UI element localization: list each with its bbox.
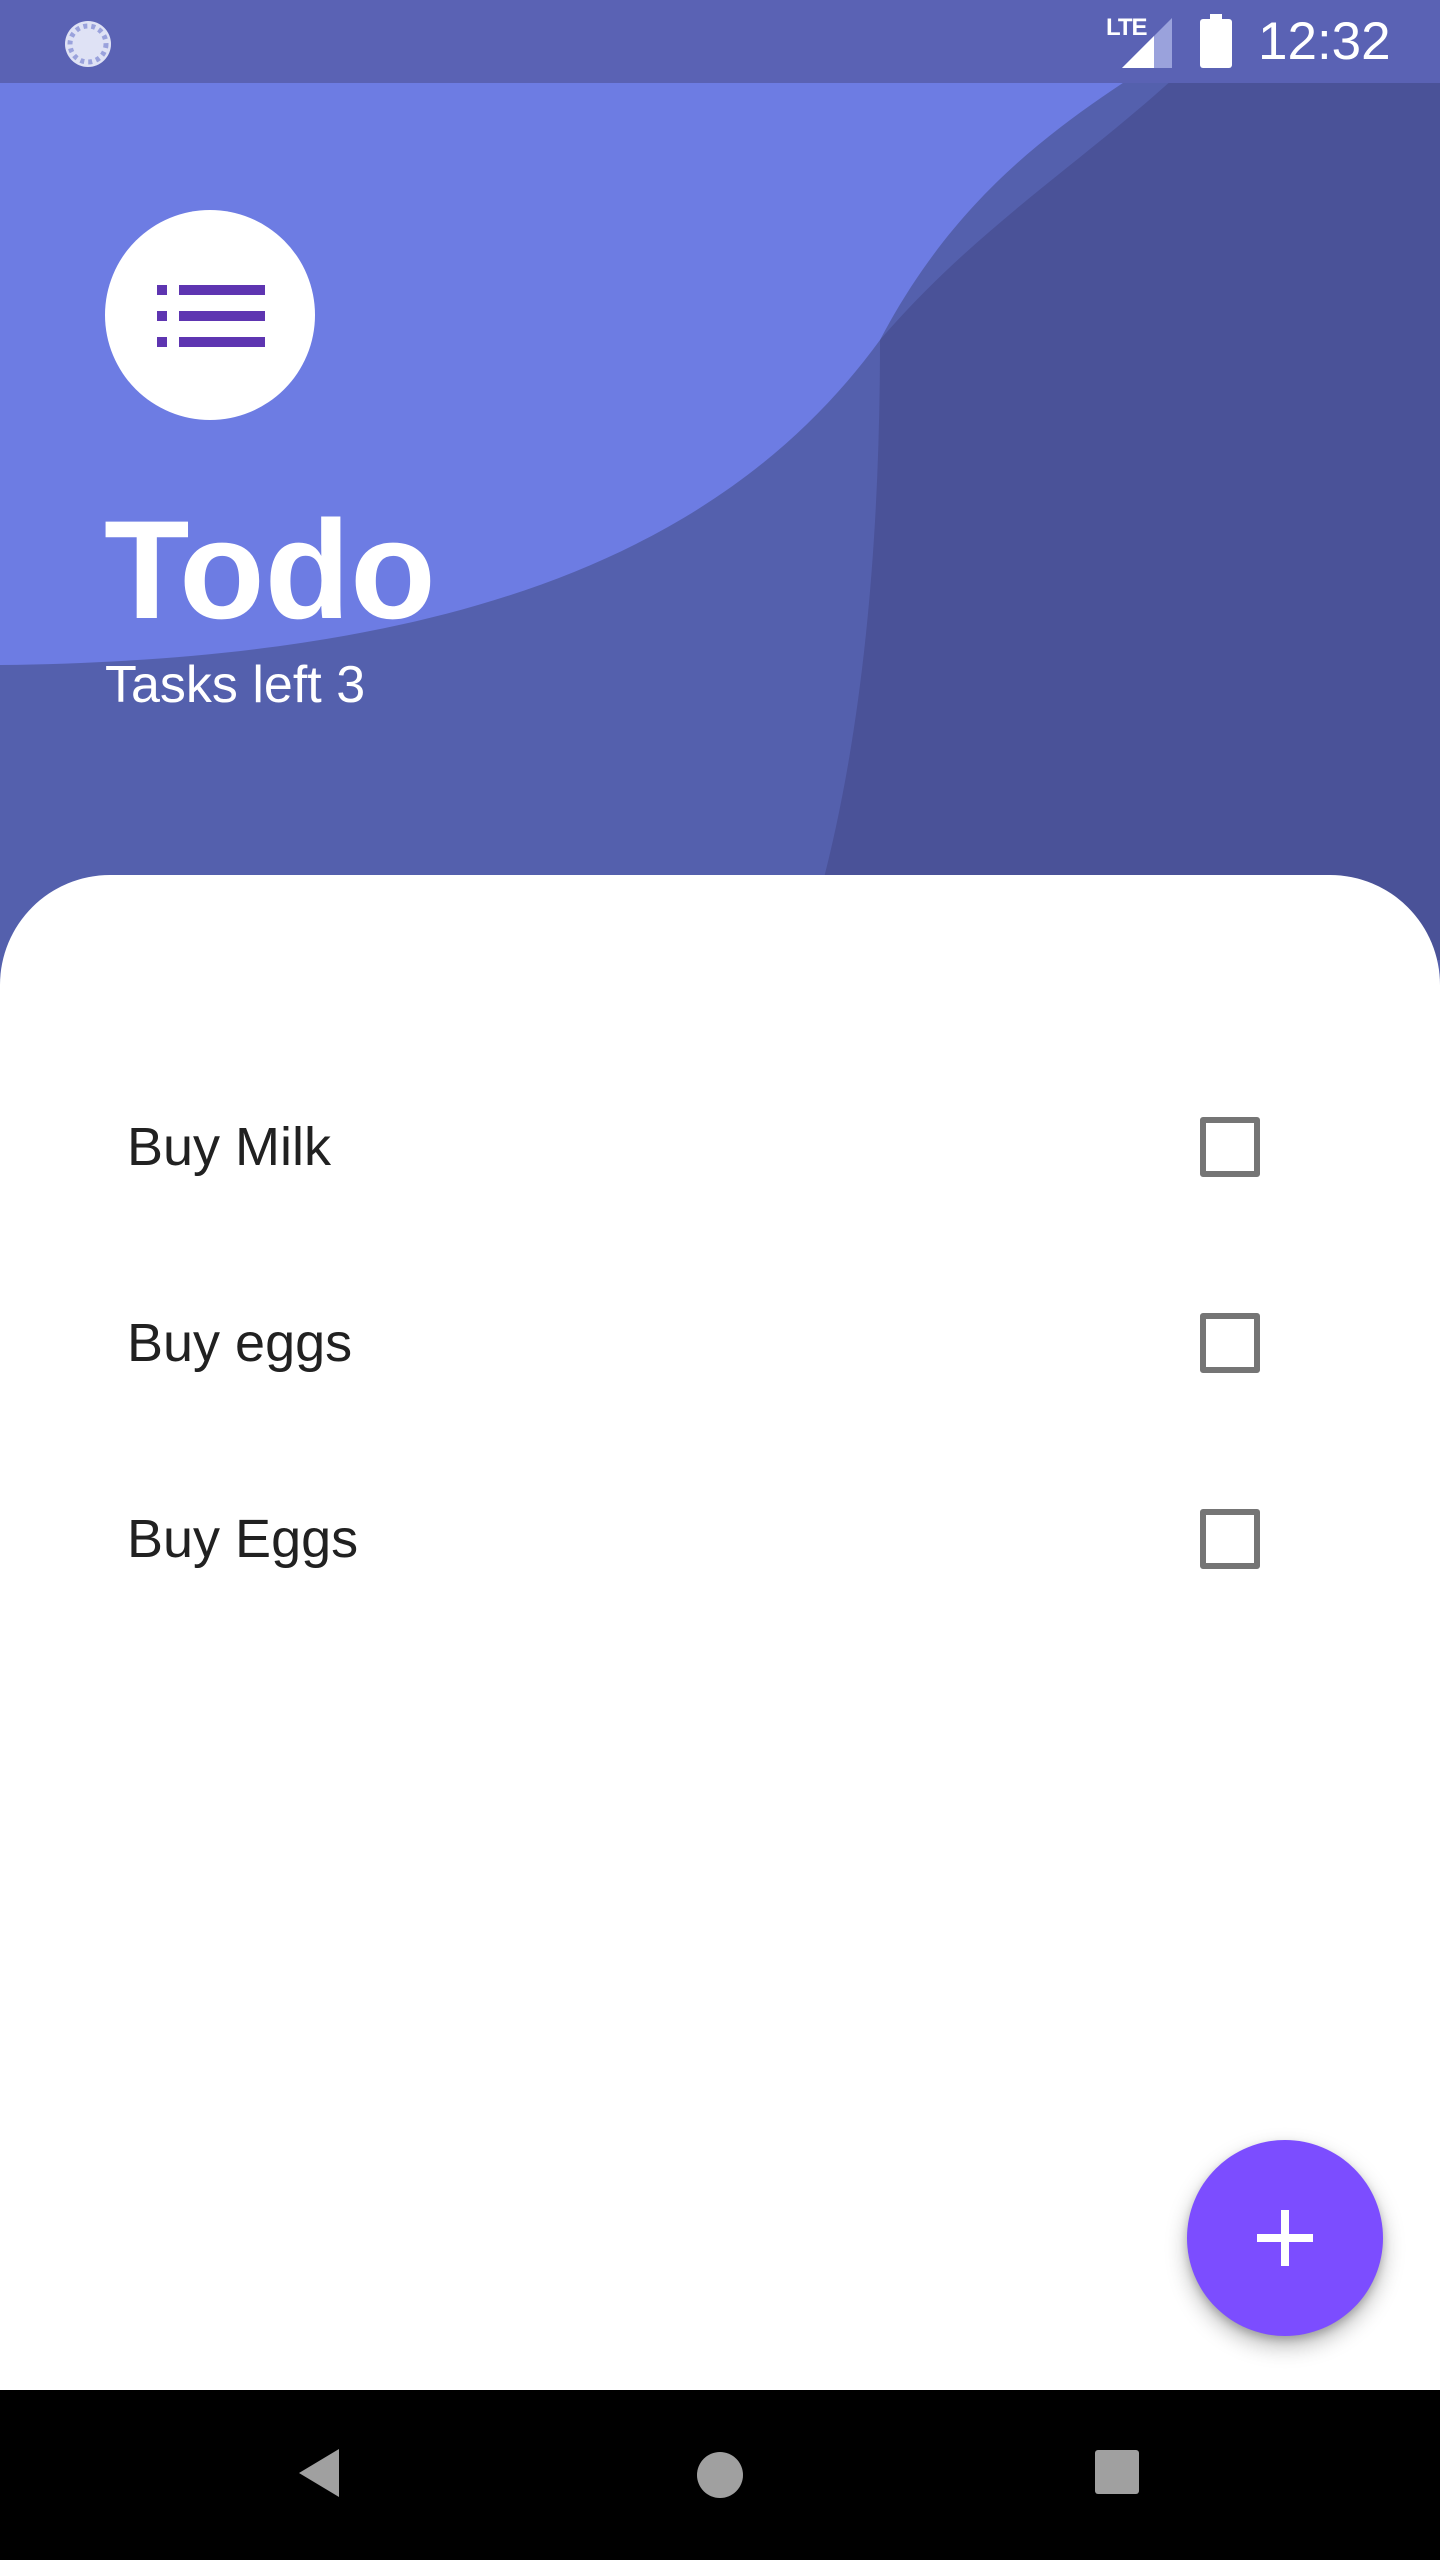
header-background xyxy=(0,0,1440,960)
list-icon xyxy=(157,285,265,347)
task-row[interactable]: Buy Eggs xyxy=(0,1449,1440,1629)
recents-icon[interactable] xyxy=(1095,2450,1139,2494)
tasks-left-label: Tasks left xyxy=(105,656,322,714)
tasks-left-counter: Tasks left 3 xyxy=(105,650,365,720)
task-label: Buy eggs xyxy=(127,1313,353,1373)
task-checkbox[interactable] xyxy=(1200,1117,1260,1177)
task-label: Buy Eggs xyxy=(127,1509,359,1569)
clock: 12:32 xyxy=(1258,12,1391,71)
add-task-button[interactable] xyxy=(1187,2140,1383,2336)
back-icon[interactable] xyxy=(295,2445,345,2501)
home-icon[interactable] xyxy=(695,2450,745,2500)
tasks-left-count: 3 xyxy=(336,656,366,714)
signal-icon xyxy=(1122,18,1172,68)
task-row[interactable]: Buy Milk xyxy=(0,1057,1440,1237)
plus-icon xyxy=(1257,2210,1313,2266)
task-checkbox[interactable] xyxy=(1200,1313,1260,1373)
loading-icon xyxy=(65,21,111,67)
app-logo xyxy=(105,210,315,420)
battery-icon xyxy=(1200,14,1232,68)
task-label: Buy Milk xyxy=(127,1117,332,1177)
task-row[interactable]: Buy eggs xyxy=(0,1253,1440,1433)
navigation-bar xyxy=(0,2390,1440,2560)
task-checkbox[interactable] xyxy=(1200,1509,1260,1569)
status-bar: LTE 12:32 xyxy=(0,0,1440,83)
page-title: Todo xyxy=(104,491,436,648)
